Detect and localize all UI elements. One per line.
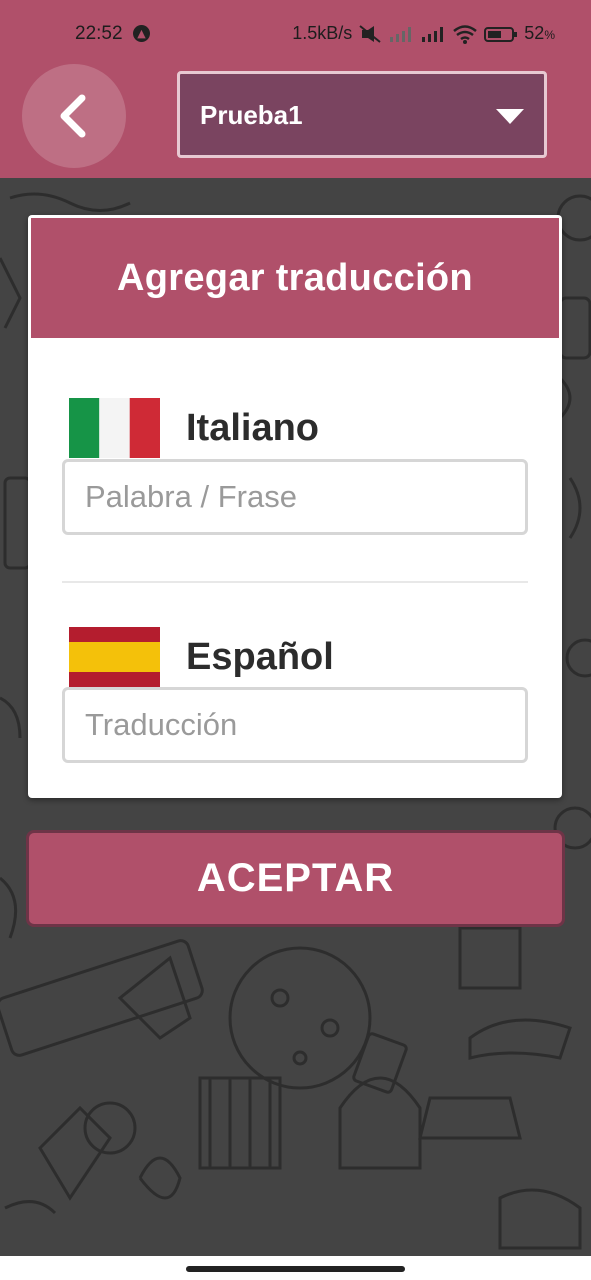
spain-flag-icon (69, 627, 160, 687)
dialog-title: Agregar traducción (117, 256, 473, 299)
translation-input[interactable] (62, 687, 528, 763)
navigation-app-icon: ▲ (133, 25, 150, 42)
status-time: 22:52 (75, 23, 123, 44)
section-divider (62, 581, 528, 583)
selected-list-label: Prueba1 (200, 100, 303, 130)
list-selector-dropdown[interactable]: Prueba1 (177, 71, 547, 158)
signal-icon (422, 26, 444, 42)
status-bar: 22:52 ▲ 1.5kB/s 52% (0, 0, 591, 66)
accept-button[interactable]: ACEPTAR (26, 830, 565, 927)
battery-level: 52% (524, 23, 555, 43)
dialog-header: Agregar traducción (31, 218, 559, 338)
mute-icon (359, 24, 381, 43)
italy-flag-icon (69, 398, 160, 458)
status-right: 1.5kB/s 52% (292, 23, 555, 44)
network-speed: 1.5kB/s (292, 23, 353, 43)
battery-icon (484, 26, 518, 42)
caret-down-icon (496, 109, 524, 124)
back-button[interactable] (22, 64, 126, 168)
app-header: 22:52 ▲ 1.5kB/s 52% Prueba1 (0, 0, 591, 178)
signal-weak-icon (390, 26, 412, 42)
target-language-label: Español (186, 636, 334, 678)
add-translation-dialog: Agregar traducción Italiano Español (28, 215, 562, 798)
phrase-input[interactable] (62, 459, 528, 535)
chevron-left-icon (60, 94, 86, 138)
source-language-label: Italiano (186, 407, 320, 449)
home-gesture-handle[interactable] (186, 1266, 405, 1272)
wifi-icon (453, 24, 478, 44)
